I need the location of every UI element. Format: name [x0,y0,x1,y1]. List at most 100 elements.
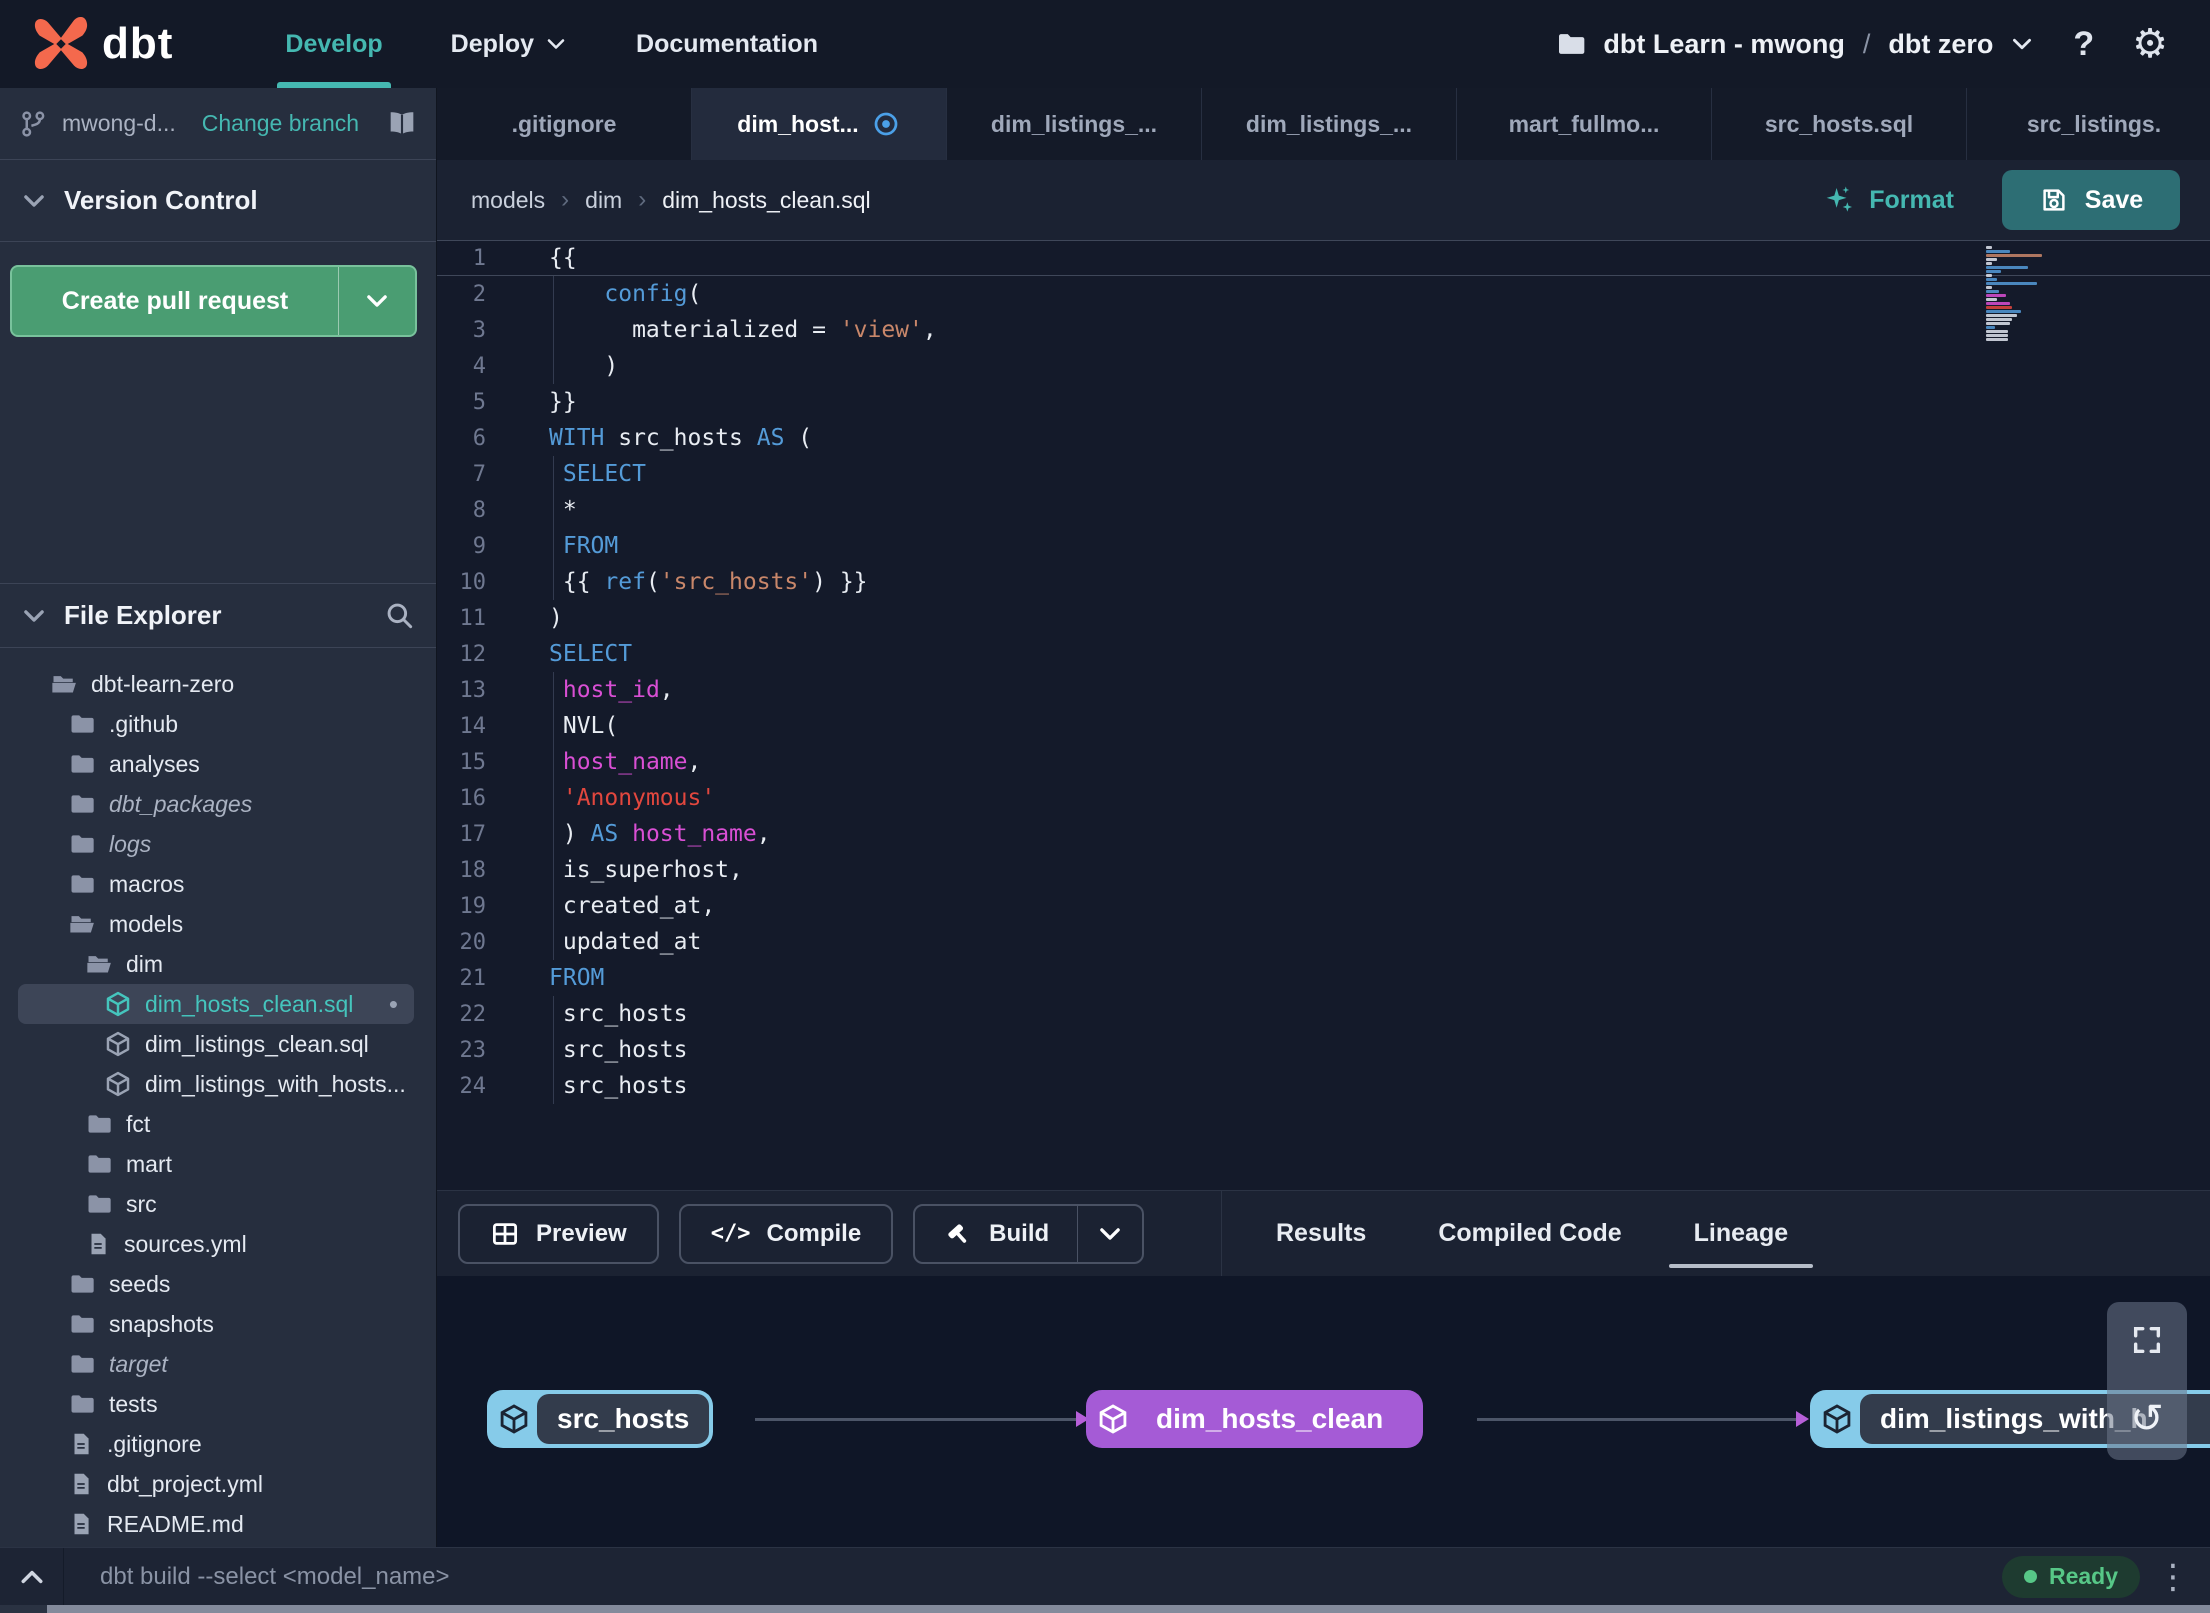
editor-tab-dim-listings-[interactable]: dim_listings_... [947,88,1202,160]
file-icon [85,1231,111,1257]
file-explorer-header[interactable]: File Explorer [0,583,436,648]
lineage-edge [1477,1412,1809,1426]
line-number: 4 [472,353,486,379]
version-control-title: Version Control [64,185,258,215]
status-label: Ready [2048,1563,2118,1589]
line-number: 5 [472,389,486,415]
tree-item-sources-yml[interactable]: sources.yml [0,1224,436,1264]
project-name: dbt Learn - mwong [1603,28,1845,59]
code-editor[interactable]: 1{{2 config(3 materialized = 'view', 4 ) 5… [437,240,2210,1190]
code-line-19: 19 created_at, [437,888,2210,924]
tree-item-dbt-project-yml[interactable]: dbt_project.yml [0,1464,436,1504]
build-button[interactable]: Build [915,1206,1077,1262]
code-line-14: 14 NVL( [437,708,2210,744]
tree-item-seeds[interactable]: seeds [0,1264,436,1304]
build-dropdown-chevron-icon[interactable] [1078,1206,1142,1262]
tree-item-label: macros [109,870,185,897]
tree-item-label: mart [126,1150,172,1177]
editor-tab-dim-listings-[interactable]: dim_listings_... [1202,88,1457,160]
minimap[interactable] [1986,246,2042,342]
tree-item-dbt-learn-zero[interactable]: dbt-learn-zero [0,664,436,704]
tab-compiled-code[interactable]: Compiled Code [1438,1219,1621,1248]
breadcrumb-chevron-icon: › [638,186,647,213]
version-control-header[interactable]: Version Control [0,160,436,242]
preview-button[interactable]: Preview [458,1203,659,1264]
code-line-22: 22 src_hosts [437,996,2210,1032]
lineage-node-label: dim_hosts_clean [1156,1403,1384,1434]
change-branch-link[interactable]: Change branch [202,110,359,137]
tree-item--gitignore[interactable]: .gitignore [0,1424,436,1464]
tree-item-src[interactable]: src [0,1184,436,1224]
tree-item-macros[interactable]: macros [0,864,436,904]
tree-item--github[interactable]: .github [0,704,436,744]
line-number: 2 [472,281,486,307]
tree-item-dim-hosts-clean-sql[interactable]: dim_hosts_clean.sql • [18,984,414,1024]
folder-icon [85,1190,113,1218]
tree-item-fct[interactable]: fct [0,1104,436,1144]
tree-item-dim[interactable]: dim [0,944,436,984]
pr-dropdown-chevron-icon[interactable] [339,267,415,335]
fullscreen-expand-icon[interactable] [2130,1323,2164,1357]
settings-gear-icon[interactable]: ⚙ [2132,24,2168,64]
code-line-11: 11) [437,600,2210,636]
compile-button[interactable]: </> Compile [678,1203,894,1264]
tree-item-dim-listings-clean-sql[interactable]: dim_listings_clean.sql [0,1024,436,1064]
editor-tab--gitignore[interactable]: .gitignore [437,88,692,160]
tree-item-models[interactable]: models [0,904,436,944]
editor-tab-mart-fullmo-[interactable]: mart_fullmo... [1457,88,1712,160]
folder-icon [68,790,96,818]
folder-icon [68,750,96,778]
folder-icon [85,1110,113,1138]
code-line-12: 12 SELECT [437,636,2210,672]
create-pull-request-button[interactable]: Create pull request [10,265,417,337]
code-line-6: 6 WITH src_hosts AS ( [437,420,2210,456]
line-number: 14 [459,713,487,739]
tree-item-logs[interactable]: logs [0,824,436,864]
chevron-up-icon[interactable] [0,1548,64,1605]
tree-item-snapshots[interactable]: snapshots [0,1304,436,1344]
project-separator: / [1862,28,1871,59]
save-button[interactable]: Save [2002,170,2180,230]
preview-grid-icon [490,1219,520,1249]
tree-item-tests[interactable]: tests [0,1384,436,1424]
project-switcher[interactable]: dbt Learn - mwong / dbt zero [1555,28,2035,60]
tree-item-readme-md[interactable]: README.md [0,1504,436,1544]
lineage-node-dim-hosts-clean[interactable]: dim_hosts_clean [1086,1390,1424,1448]
lineage-canvas[interactable]: src_hosts dim_hosts_clean dim_listings_w… [437,1276,2210,1547]
tree-item-label: sources.yml [124,1230,247,1257]
tree-item-target[interactable]: target [0,1344,436,1384]
line-number: 23 [459,1037,487,1063]
tree-item-label: dim [126,950,164,977]
docs-book-icon[interactable] [386,108,418,140]
tree-item-analyses[interactable]: analyses [0,744,436,784]
tree-item-dbt-packages[interactable]: dbt_packages [0,784,436,824]
create-pull-request-label: Create pull request [61,286,289,315]
tree-item-dim-listings-with-hosts-[interactable]: dim_listings_with_hosts... [0,1064,436,1104]
folder-open-icon [85,950,113,978]
help-icon[interactable]: ? [2073,25,2094,64]
search-icon[interactable] [384,600,416,632]
refresh-icon[interactable]: ↺ [2130,1399,2164,1439]
nav-documentation[interactable]: Documentation [602,0,852,88]
tree-item-label: dim_listings_clean.sql [145,1030,369,1057]
editor-tab-src-listings-[interactable]: src_listings. [1967,88,2210,160]
format-button[interactable]: Format [1821,183,1954,217]
tab-lineage[interactable]: Lineage [1668,1219,1814,1268]
editor-tab-dim-host-[interactable]: dim_host... [692,88,947,160]
branch-name: mwong-d... [62,110,176,136]
format-label: Format [1869,185,1954,214]
horizontal-scrollbar[interactable] [47,1605,2210,1613]
tree-item-label: .github [109,710,179,737]
kebab-menu-icon[interactable]: ⋮ [2156,1560,2190,1594]
line-number: 20 [459,929,487,955]
tree-item-mart[interactable]: mart [0,1144,436,1184]
command-input[interactable]: dbt build --select <model_name> [100,1563,450,1591]
lineage-node-src-hosts[interactable]: src_hosts [487,1390,714,1448]
nav-develop[interactable]: Develop [251,0,416,88]
editor-tab-src-hosts-sql[interactable]: src_hosts.sql [1712,88,1967,160]
tab-results[interactable]: Results [1276,1219,1366,1248]
status-badge: Ready [2001,1555,2140,1598]
tab-label: dim_listings_... [990,110,1158,137]
nav-deploy[interactable]: Deploy [417,0,602,88]
line-number: 9 [472,533,486,559]
